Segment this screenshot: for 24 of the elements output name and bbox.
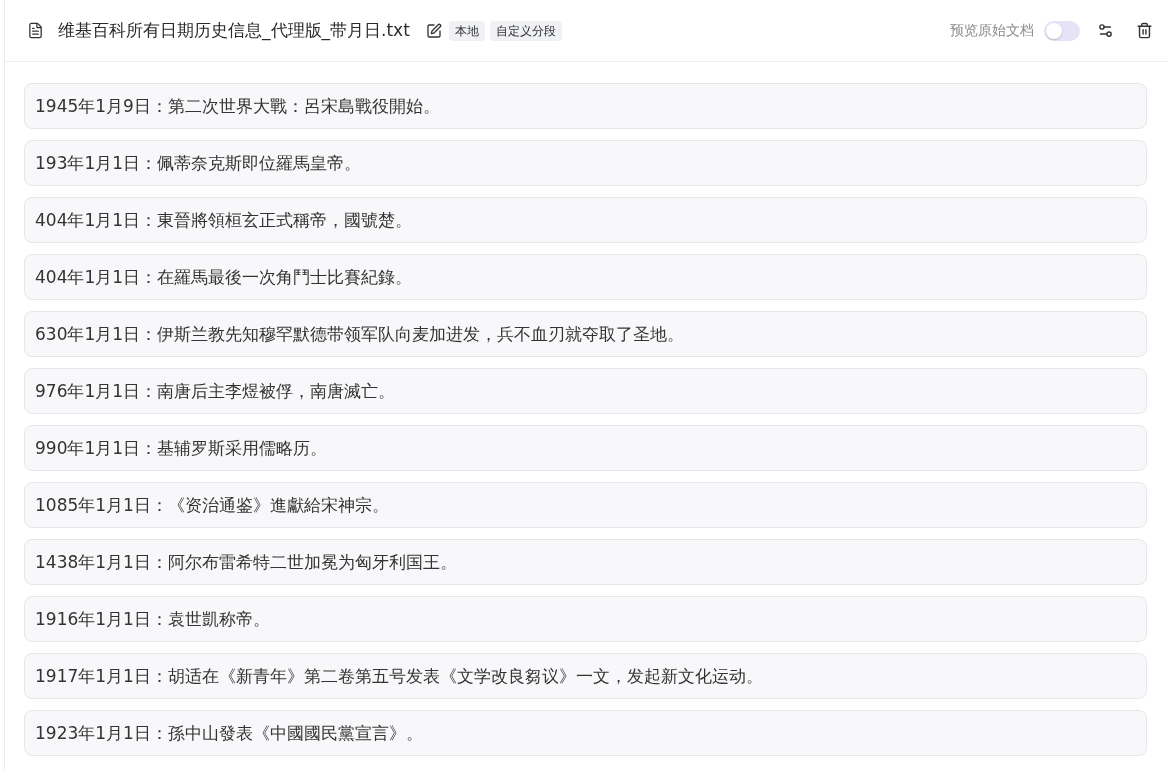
segment-row: 976年1月1日：南唐后主李煜被俘，南唐滅亡。 (24, 368, 1147, 414)
segment-row: 1438年1月1日：阿尔布雷希特二世加冕为匈牙利国王。 (24, 539, 1147, 585)
segment-row: 1923年1月1日：孫中山發表《中國國民黨宣言》。 (24, 710, 1147, 756)
file-tag: 自定义分段 (489, 20, 562, 41)
segment-row: 193年1月1日：佩蒂奈克斯即位羅馬皇帝。 (24, 140, 1147, 186)
segment-row: 404年1月1日：在羅馬最後一次角鬥士比賽紀錄。 (24, 254, 1147, 300)
edit-icon (425, 22, 442, 39)
segment-row: 990年1月1日：基辅罗斯采用儒略历。 (24, 425, 1147, 471)
segment-row: 630年1月1日：伊斯兰教先知穆罕默德带领军队向麦加进发，兵不血刃就夺取了圣地。 (24, 311, 1147, 357)
file-title: 维基百科所有日期历史信息_代理版_带月日.txt (58, 19, 410, 42)
preview-toggle[interactable] (1044, 20, 1080, 41)
segment-row: 1916年1月1日：袁世凱称帝。 (24, 596, 1147, 642)
adjust-button[interactable] (1097, 22, 1114, 39)
delete-button[interactable] (1136, 22, 1153, 39)
document-icon (27, 22, 44, 39)
preview-label: 预览原始文档 (950, 21, 1034, 40)
segment-row: 404年1月1日：東晉將領桓玄正式稱帝，國號楚。 (24, 197, 1147, 243)
file-tag: 本地 (448, 20, 485, 41)
segment-row: 1945年1月9日：第二次世界大戰：呂宋島戰役開始。 (24, 83, 1147, 129)
edit-button[interactable] (425, 22, 442, 39)
segment-row: 1085年1月1日：《资治通鉴》進獻給宋神宗。 (24, 482, 1147, 528)
sliders-icon (1097, 22, 1114, 39)
segment-row: 1917年1月1日：胡适在《新青年》第二卷第五号发表《文学改良芻议》一文，发起新文化运动。 (24, 653, 1147, 699)
trash-icon (1136, 22, 1153, 39)
